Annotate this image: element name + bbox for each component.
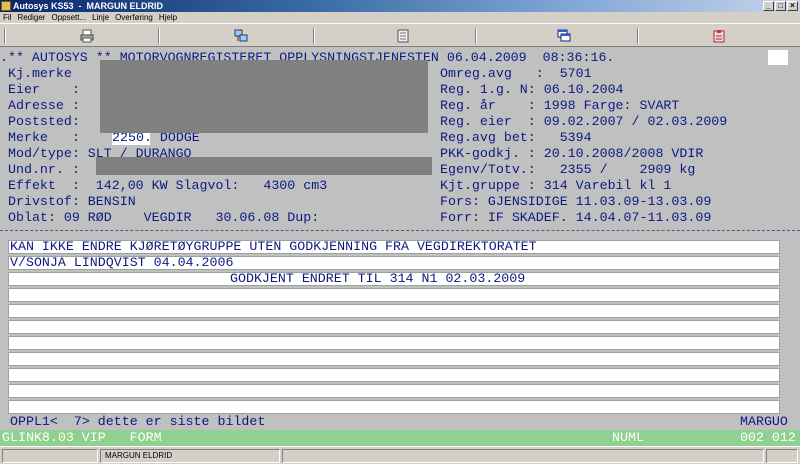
- clipboard-icon[interactable]: [712, 29, 726, 43]
- field-forr: Forr: IF SKADEF. 14.04.07-11.03.09: [440, 210, 712, 225]
- field-reg1g: Reg. 1.g. N: 06.10.2004: [440, 82, 624, 97]
- network-icon[interactable]: [234, 29, 248, 43]
- menu-bar: Fil Rediger Oppsett... Linje Overføring …: [0, 12, 800, 23]
- menu-linje[interactable]: Linje: [92, 12, 109, 23]
- field-adresse: Adresse :: [8, 98, 80, 113]
- minimize-button[interactable]: _: [763, 1, 774, 11]
- field-omreg: Omreg.avg : 5701: [440, 66, 592, 81]
- document-icon[interactable]: [396, 29, 410, 43]
- app-icon: [1, 1, 11, 11]
- footer-user: MARGUO: [740, 414, 788, 429]
- field-kjtgruppe: Kjt.gruppe : 314 Varebil kl 1: [440, 178, 672, 193]
- window-controls: _ □ ×: [763, 1, 798, 11]
- note-row[interactable]: [8, 384, 780, 398]
- field-kjmerke: Kj.merke: [8, 66, 72, 81]
- note-row[interactable]: [8, 400, 780, 414]
- note-row[interactable]: [8, 336, 780, 350]
- field-poststed: Poststed:: [8, 114, 80, 129]
- status-user: MARGUN ELDRID: [100, 449, 280, 463]
- field-merke-label: Merke :: [8, 130, 80, 145]
- menu-fil[interactable]: Fil: [3, 12, 11, 23]
- field-undnr: Und.nr. :: [8, 162, 80, 177]
- redaction-block: [100, 60, 428, 133]
- window-title: Autosys KS53 - MARGUN ELDRID: [13, 1, 164, 11]
- status-mode: NUML: [612, 430, 644, 445]
- note-line-2: V/SONJA LINDQVIST 04.04.2006: [10, 255, 234, 270]
- window-status-bar: MARGUN ELDRID: [0, 446, 800, 464]
- field-eier: Eier :: [8, 82, 80, 97]
- note-row[interactable]: [8, 320, 780, 334]
- toolbar-separator: [158, 28, 160, 44]
- field-egenv: Egenv/Totv.: 2355 / 2909 kg: [440, 162, 696, 177]
- note-line-3: GODKJENT ENDRET TIL 314 N1 02.03.2009: [230, 271, 526, 286]
- toolbar-separator: [475, 28, 477, 44]
- status-section: [766, 449, 798, 463]
- toolbar-separator: [4, 28, 6, 44]
- note-row[interactable]: [8, 368, 780, 382]
- status-session: GLINK8.03 VIP FORM: [2, 430, 162, 445]
- field-regavg: Reg.avg bet: 5394: [440, 130, 592, 145]
- close-button[interactable]: ×: [787, 1, 798, 11]
- toolbar: [0, 23, 800, 47]
- menu-hjelp[interactable]: Hjelp: [159, 12, 177, 23]
- note-row[interactable]: [8, 288, 780, 302]
- field-pkk: PKK-godkj. : 20.10.2008/2008 VDIR: [440, 146, 704, 161]
- divider-line: [0, 230, 800, 231]
- field-drivstoff: Drivstof: BENSIN: [8, 194, 136, 209]
- status-section: [282, 449, 764, 463]
- redaction-bar: [96, 157, 432, 175]
- menu-rediger[interactable]: Rediger: [17, 12, 45, 23]
- field-fors: Fors: GJENSIDIGE 11.03.09-13.03.09: [440, 194, 712, 209]
- note-row[interactable]: [8, 352, 780, 366]
- title-bar: Autosys KS53 - MARGUN ELDRID _ □ ×: [0, 0, 800, 12]
- emulator-status-bar: GLINK8.03 VIP FORM NUML 002 012: [0, 430, 800, 446]
- toolbar-separator: [637, 28, 639, 44]
- status-cursor-pos: 002 012: [740, 430, 796, 445]
- note-line-1: KAN IKKE ENDRE KJØRETØYGRUPPE UTEN GODKJ…: [10, 239, 537, 254]
- menu-overforing[interactable]: Overføring: [115, 12, 153, 23]
- field-regeier: Reg. eier : 09.02.2007 / 02.03.2009: [440, 114, 728, 129]
- cursor-field[interactable]: [768, 50, 788, 65]
- footer-message: OPPL1< 7> dette er siste bildet: [10, 414, 266, 429]
- maximize-button[interactable]: □: [775, 1, 786, 11]
- terminal-screen[interactable]: .** AUTOSYS ** MOTORVOGNREGISTERET OPPLY…: [0, 47, 800, 430]
- menu-oppsett[interactable]: Oppsett...: [51, 12, 86, 23]
- field-regar: Reg. år : 1998 Farge: SVART: [440, 98, 680, 113]
- print-icon[interactable]: [80, 29, 94, 43]
- windows-icon[interactable]: [557, 29, 571, 43]
- note-row[interactable]: [8, 304, 780, 318]
- status-section: [2, 449, 98, 463]
- field-oblat: Oblat: 09 RØD VEGDIR 30.06.08 Dup:: [8, 210, 320, 225]
- toolbar-separator: [313, 28, 315, 44]
- field-effekt: Effekt : 142,00 KW Slagvol: 4300 cm3: [8, 178, 328, 193]
